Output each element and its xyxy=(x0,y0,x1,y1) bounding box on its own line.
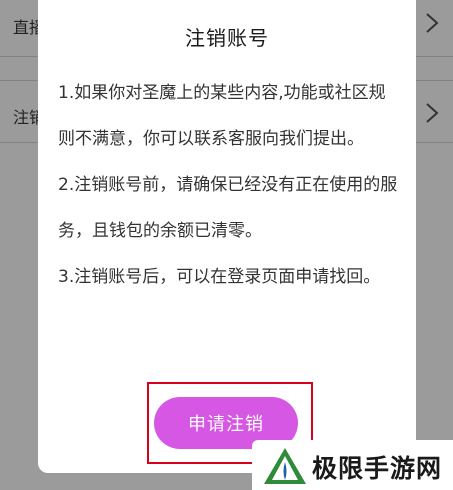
dialog-paragraph-1: 1.如果你对圣魔上的某些内容,功能或社区规则不满意，你可以联系客服向我们提出。 xyxy=(58,83,386,149)
screen: 直播 注销 注销账号 1.如果你对圣魔上的某些内容,功能或社区规则不满意，你可以… xyxy=(0,0,453,490)
watermark-text: 极限手游网 xyxy=(312,454,443,483)
dialog-title: 注销账号 xyxy=(185,26,269,50)
chevron-right-icon xyxy=(426,103,439,123)
dialog-paragraph-2: 2.注销账号前，请确保已经没有正在使用的服务，且钱包的余额已清零。 xyxy=(58,175,398,241)
chevron-right-icon xyxy=(426,13,439,33)
watermark: 极限手游网 xyxy=(252,440,453,490)
dialog-paragraph-3: 3.注销账号后，可以在登录页面申请找回。 xyxy=(58,267,381,287)
watermark-logo-icon xyxy=(264,448,306,484)
dialog-body: 1.如果你对圣魔上的某些内容,功能或社区规则不满意，你可以联系客服向我们提出。 … xyxy=(58,70,398,300)
deactivate-account-dialog: 注销账号 1.如果你对圣魔上的某些内容,功能或社区规则不满意，你可以联系客服向我… xyxy=(38,0,416,473)
